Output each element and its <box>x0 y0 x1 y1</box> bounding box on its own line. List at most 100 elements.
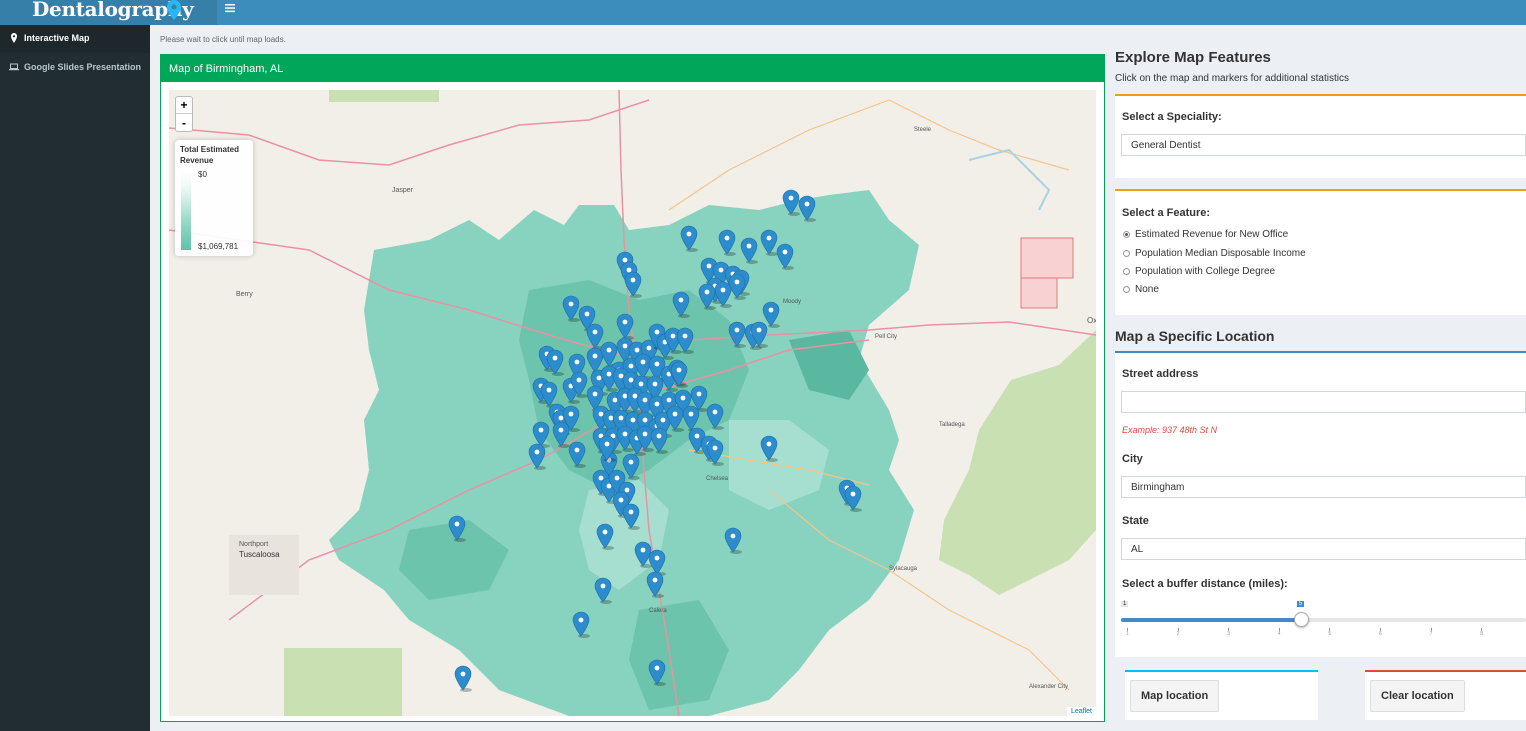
buffer-label: Select a buffer distance (miles): <box>1122 578 1288 590</box>
dentist-marker[interactable] <box>706 403 724 430</box>
map-legend: Total Estimated Revenue $0 $1,069,781 <box>175 140 253 256</box>
speciality-panel: Select a Speciality: General Dentist <box>1115 94 1526 178</box>
radio-label: None <box>1135 284 1159 295</box>
map-title: Map of Birmingham, AL <box>169 63 284 75</box>
location-panel: Street address Example: 937 48th St N Ci… <box>1115 353 1526 657</box>
dentist-marker[interactable] <box>646 571 664 598</box>
dentist-marker[interactable] <box>624 271 642 298</box>
radio-button[interactable] <box>1123 286 1130 293</box>
buffer-slider-track[interactable] <box>1121 618 1526 622</box>
dentist-marker[interactable] <box>724 527 742 554</box>
dentist-marker[interactable] <box>782 189 800 216</box>
dentist-marker[interactable] <box>594 577 612 604</box>
dentist-marker[interactable] <box>448 515 466 542</box>
map-box: Map of Birmingham, AL Northport Tuscaloo… <box>160 54 1105 722</box>
radio-label: Population with College Degree <box>1135 266 1276 277</box>
radio-button[interactable] <box>1123 231 1130 238</box>
dentist-marker[interactable] <box>616 313 634 340</box>
laptop-icon <box>9 63 19 71</box>
map-location-box: Map location <box>1125 670 1318 720</box>
dentist-marker[interactable] <box>798 195 816 222</box>
sidebar-item-label: Google Slides Presentation <box>24 62 142 72</box>
dentist-marker[interactable] <box>776 243 794 270</box>
dentist-marker[interactable] <box>698 283 716 310</box>
feature-panel: Select a Feature: Estimated Revenue for … <box>1115 189 1526 315</box>
clear-location-box: Clear location <box>1365 670 1526 720</box>
dentist-marker[interactable] <box>622 503 640 530</box>
dentist-marker[interactable] <box>760 229 778 256</box>
state-label: State <box>1122 515 1149 527</box>
feature-label: Select a Feature: <box>1122 207 1211 219</box>
wait-note: Please wait to click until map loads. <box>160 35 286 44</box>
slider-tick-label: 8 <box>1480 631 1483 637</box>
dentist-marker[interactable] <box>844 485 862 512</box>
sidebar-item-interactive-map[interactable]: Interactive Map <box>0 25 150 53</box>
dentist-marker[interactable] <box>622 453 640 480</box>
legend-gradient <box>181 170 191 250</box>
dentist-marker[interactable] <box>672 291 690 318</box>
map-location-button[interactable]: Map location <box>1130 680 1220 712</box>
street-label: Street address <box>1122 368 1199 380</box>
city-label: City <box>1122 453 1143 465</box>
explore-title: Explore Map Features <box>1115 49 1271 66</box>
dentist-marker[interactable] <box>666 405 684 432</box>
sidebar-item-google-slides[interactable]: Google Slides Presentation <box>0 54 150 82</box>
dentist-marker[interactable] <box>572 611 590 638</box>
dentist-marker[interactable] <box>562 295 580 322</box>
speciality-label: Select a Speciality: <box>1122 111 1222 123</box>
dentist-marker[interactable] <box>728 321 746 348</box>
dentist-marker[interactable] <box>596 523 614 550</box>
radio-label: Estimated Revenue for New Office <box>1135 229 1289 240</box>
legend-min-label: $0 <box>198 170 207 179</box>
clear-location-button[interactable]: Clear location <box>1370 680 1465 712</box>
dentist-marker[interactable] <box>762 301 780 328</box>
radio-button[interactable] <box>1123 250 1130 257</box>
speciality-select[interactable]: General Dentist <box>1121 134 1526 156</box>
slider-tick-label: 2 <box>1176 631 1180 637</box>
slider-tick-label: 5 <box>1328 631 1332 637</box>
logo[interactable]: Dentalography <box>0 0 217 25</box>
slider-tick-label: 6 <box>1379 631 1382 637</box>
slider-tick-label: 7 <box>1429 631 1433 637</box>
dentist-marker[interactable] <box>528 443 546 470</box>
legend-title: Total Estimated Revenue <box>180 145 239 165</box>
dentist-marker[interactable] <box>568 441 586 468</box>
dentist-marker[interactable] <box>718 229 736 256</box>
dentist-marker[interactable] <box>760 435 778 462</box>
marker-layer <box>448 189 862 692</box>
street-input[interactable] <box>1121 391 1526 413</box>
zoom-out-button[interactable]: - <box>176 115 192 132</box>
buffer-slider-fill <box>1121 618 1301 622</box>
dentist-marker[interactable] <box>552 421 570 448</box>
dentist-marker[interactable] <box>706 439 724 466</box>
sidebar: Interactive Map Google Slides Presentati… <box>0 25 150 731</box>
dentist-marker[interactable] <box>740 237 758 264</box>
slider-tick-label: 4 <box>1277 631 1281 637</box>
buffer-slider-handle[interactable] <box>1293 612 1309 627</box>
city-input[interactable]: Birmingham <box>1121 476 1526 498</box>
street-example: Example: 937 48th St N <box>1122 425 1218 435</box>
dentist-marker[interactable] <box>728 273 746 300</box>
state-input[interactable]: AL <box>1121 538 1526 560</box>
slider-min-label: 1 <box>1121 601 1129 607</box>
dentist-marker[interactable] <box>546 349 564 376</box>
slider-value-label: 5 <box>1296 601 1305 607</box>
dentist-marker[interactable] <box>680 225 698 252</box>
zoom-in-button[interactable]: + <box>176 97 192 114</box>
dentist-marker[interactable] <box>454 665 472 692</box>
explore-subtitle: Click on the map and markers for additio… <box>1115 73 1349 84</box>
slider-tick-label: 1 <box>1126 631 1129 637</box>
hamburger-icon[interactable] <box>225 3 237 15</box>
dentist-marker[interactable] <box>586 323 604 350</box>
dentist-marker[interactable] <box>648 659 666 686</box>
top-header: Dentalography <box>0 0 1526 25</box>
map-pin-icon <box>167 0 181 20</box>
leaflet-map[interactable]: Northport Tuscaloosa Jasper Berry Tallad… <box>169 90 1096 716</box>
map-marker-icon <box>11 33 17 43</box>
map-attribution[interactable]: Leaflet <box>1066 707 1096 716</box>
dentist-marker[interactable] <box>714 281 732 308</box>
dentist-marker[interactable] <box>676 327 694 354</box>
legend-max-label: $1,069,781 <box>198 242 239 251</box>
radio-button[interactable] <box>1123 268 1130 275</box>
slider-tick-label: 3 <box>1227 631 1230 637</box>
